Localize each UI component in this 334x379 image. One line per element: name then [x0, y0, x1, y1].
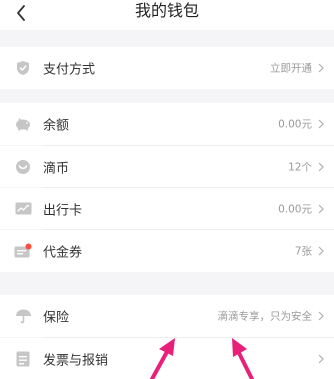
menu-item-label: 代金券	[43, 245, 83, 261]
menu-item-invoice[interactable]: 发票与报销	[0, 338, 334, 379]
navigation-bar: 我的钱包	[0, 0, 334, 30]
menu-item-label: 出行卡	[43, 203, 83, 218]
menu-item-vouchers[interactable]: 代金券 7张	[0, 230, 334, 272]
menu-item-coins[interactable]: 滴币 12个	[0, 146, 334, 187]
menu-item-label: 余额	[43, 118, 70, 134]
wallet-page: 我的钱包 支付方式 立即开通 余额 0.00元 滴币 12个 出行卡 0.00元…	[0, 0, 334, 379]
chevron-right-icon	[317, 203, 325, 215]
menu-item-label: 滴币	[43, 161, 70, 176]
menu-item-payment-method[interactable]: 支付方式 立即开通	[0, 47, 334, 89]
menu-item-value: 12个	[288, 161, 312, 173]
page-title: 我的钱包	[134, 1, 199, 20]
menu-item-value: 滴滴专享，只为安全	[217, 310, 313, 323]
notification-dot	[25, 243, 32, 250]
menu-item-label: 发票与报销	[43, 353, 109, 368]
coin-icon	[14, 158, 32, 176]
menu-item-travel-card[interactable]: 出行卡 0.00元	[0, 188, 334, 229]
menu-item-value: 立即开通	[270, 62, 312, 75]
card-icon	[14, 200, 32, 218]
menu-item-value: 0.00元	[278, 118, 312, 131]
menu-item-value: 7张	[294, 245, 312, 258]
menu-item-insurance[interactable]: 保险 滴滴专享，只为安全	[0, 295, 334, 337]
menu-item-value: 0.00元	[278, 203, 312, 215]
ticket-icon	[14, 242, 32, 260]
shield-icon	[14, 59, 32, 77]
menu-item-label: 保险	[43, 310, 70, 326]
chevron-right-icon	[317, 310, 325, 322]
menu-item-label: 支付方式	[43, 62, 96, 78]
document-icon	[14, 350, 32, 368]
umbrella-icon	[14, 307, 32, 325]
chevron-right-icon	[317, 161, 325, 173]
menu-item-balance[interactable]: 余额 0.00元	[0, 103, 334, 145]
chevron-right-icon	[317, 245, 325, 257]
chevron-right-icon	[317, 353, 325, 365]
chevron-right-icon	[317, 62, 325, 74]
piggy-bank-icon	[14, 115, 32, 133]
chevron-right-icon	[317, 118, 325, 130]
